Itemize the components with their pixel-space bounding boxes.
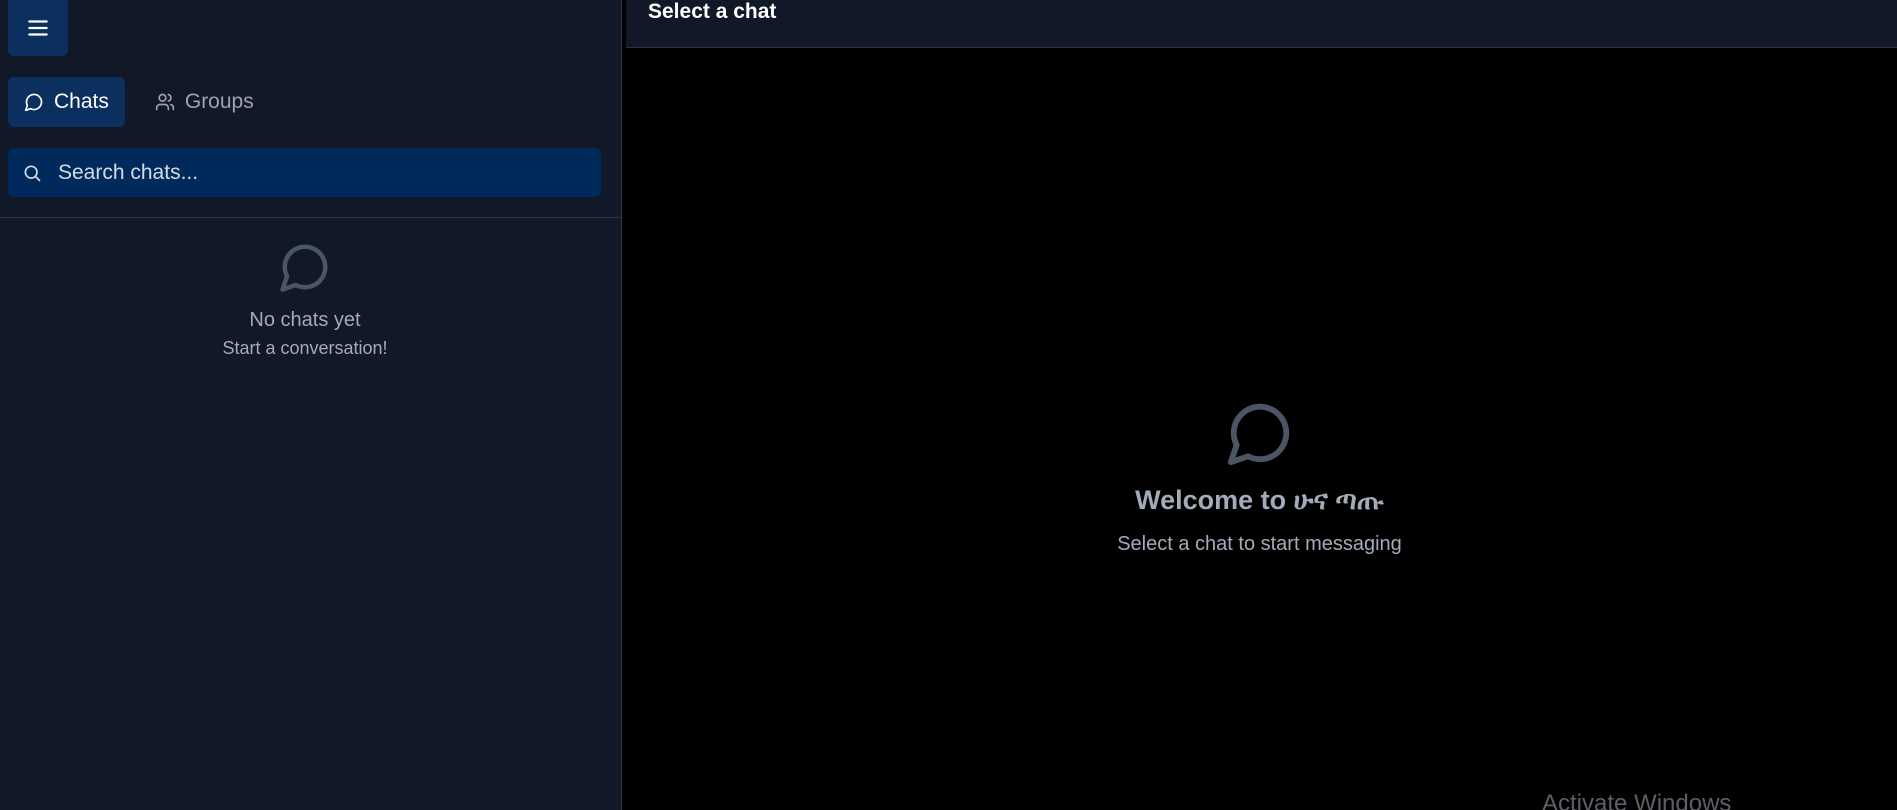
tab-groups[interactable]: Groups	[139, 77, 270, 127]
sidebar-tabs: Chats Groups	[8, 77, 270, 127]
app-window: Chats Groups Search chats... No chats ye…	[0, 0, 1897, 810]
chat-header-title: Select a chat	[648, 0, 777, 23]
empty-state-subtitle: Start a conversation!	[222, 338, 388, 358]
sidebar-divider	[0, 217, 621, 218]
chat-bubble-icon	[24, 93, 43, 112]
users-icon	[155, 93, 175, 111]
os-activation-watermark: Activate Windows	[1542, 790, 1732, 810]
chat-bubble-icon	[1227, 403, 1289, 466]
chat-header: Select a chat	[626, 0, 1897, 48]
chat-bubble-icon	[280, 244, 328, 292]
search-input[interactable]	[56, 148, 601, 197]
welcome-subtitle: Select a chat to start messaging	[1117, 533, 1402, 555]
sidebar: Chats Groups Search chats... No chats ye…	[0, 0, 622, 810]
welcome-title: Welcome to ሁና ጣጡ	[1135, 485, 1384, 515]
chat-list-empty-state: No chats yet Start a conversation!	[0, 240, 610, 359]
search-icon	[24, 165, 41, 181]
hamburger-icon	[28, 20, 48, 36]
search-bar	[8, 148, 601, 197]
chat-panel: Select a chat Welcome to ሁና ጣጡ Select a …	[622, 0, 1897, 810]
welcome-placeholder: Welcome to ሁና ጣጡ Select a chat to start …	[622, 398, 1897, 556]
menu-button[interactable]	[8, 0, 68, 56]
empty-state-title: No chats yet	[249, 309, 361, 331]
tab-chats-label: Chats	[54, 90, 109, 113]
tab-groups-label: Groups	[184, 90, 254, 113]
tab-chats[interactable]: Chats	[8, 77, 125, 127]
